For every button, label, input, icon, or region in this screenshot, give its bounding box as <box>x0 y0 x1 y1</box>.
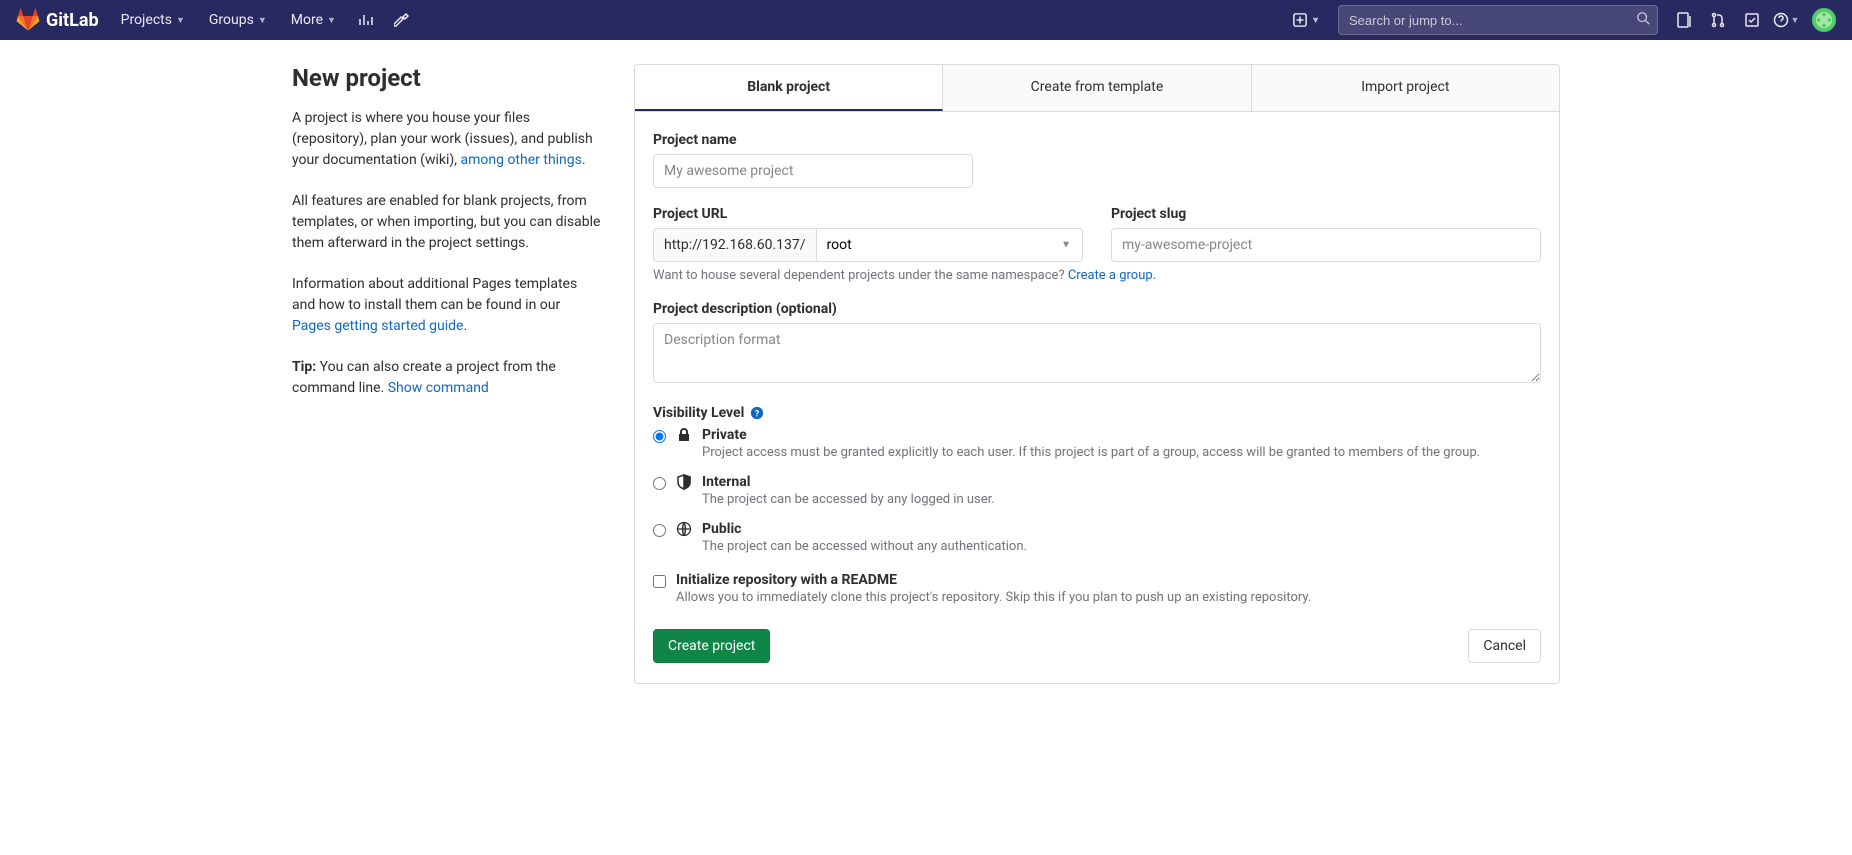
visibility-label-text: Visibility Level <box>653 405 744 421</box>
group-hint: Want to house several dependent projects… <box>653 268 1541 283</box>
project-url-row: Project URL http://192.168.60.137/ ▼ Pro… <box>653 206 1541 262</box>
visibility-private-content: Private Project access must be granted e… <box>702 427 1541 460</box>
sidebar-info: New project A project is where you house… <box>292 64 602 684</box>
nav-more-label: More <box>291 12 323 28</box>
visibility-group: Visibility Level ? Private Project acces… <box>653 405 1541 554</box>
visibility-public-title: Public <box>702 521 1541 537</box>
visibility-internal-title: Internal <box>702 474 1541 490</box>
navbar: GitLab Projects ▼ Groups ▼ More ▼ ▼ <box>0 0 1852 40</box>
search-icon <box>1636 11 1650 29</box>
main-panel: Blank project Create from template Impor… <box>634 64 1560 684</box>
visibility-label: Visibility Level ? <box>653 405 1541 421</box>
info-paragraph-3: Information about additional Pages templ… <box>292 274 602 337</box>
navbar-right: ▼ ▼ <box>1285 0 1836 40</box>
search-input[interactable] <box>1338 5 1658 35</box>
info-tip: Tip: You can also create a project from … <box>292 357 602 399</box>
info-paragraph-1: A project is where you house your files … <box>292 108 602 171</box>
globe-icon <box>676 521 692 537</box>
group-hint-text: Want to house several dependent projects… <box>653 268 1068 283</box>
gitlab-icon <box>16 8 40 32</box>
project-slug-label: Project slug <box>1111 206 1541 222</box>
nav-admin-icon[interactable] <box>386 0 418 40</box>
plus-icon <box>1293 13 1307 27</box>
page-content: New project A project is where you house… <box>276 40 1576 708</box>
visibility-internal-content: Internal The project can be accessed by … <box>702 474 1541 507</box>
tab-import-project[interactable]: Import project <box>1252 65 1559 111</box>
navbar-left: GitLab Projects ▼ Groups ▼ More ▼ <box>16 0 418 40</box>
project-name-group: Project name <box>653 132 1541 188</box>
user-avatar[interactable] <box>1812 8 1836 32</box>
visibility-internal-radio[interactable] <box>653 477 666 490</box>
project-url-base: http://192.168.60.137/ <box>653 228 816 262</box>
visibility-private-desc: Project access must be granted explicitl… <box>702 445 1541 460</box>
info-text: Information about additional Pages templ… <box>292 276 577 313</box>
visibility-public-radio[interactable] <box>653 524 666 537</box>
visibility-public-desc: The project can be accessed without any … <box>702 539 1541 554</box>
tip-label: Tip: <box>292 359 316 375</box>
search-box <box>1338 5 1658 35</box>
nav-more[interactable]: More ▼ <box>281 0 346 40</box>
project-name-label: Project name <box>653 132 1541 148</box>
project-url-label: Project URL <box>653 206 1083 222</box>
chevron-down-icon: ▼ <box>1311 15 1320 26</box>
visibility-public-content: Public The project can be accessed witho… <box>702 521 1541 554</box>
project-name-input[interactable] <box>653 154 973 188</box>
nav-projects[interactable]: Projects ▼ <box>111 0 195 40</box>
svg-text:?: ? <box>755 410 760 420</box>
among-other-things-link[interactable]: among other things <box>461 152 582 168</box>
lock-icon <box>676 427 692 443</box>
nav-issues-icon[interactable] <box>1668 0 1700 40</box>
readme-group: Initialize repository with a README Allo… <box>653 572 1541 605</box>
pages-guide-link[interactable]: Pages getting started guide <box>292 318 463 334</box>
form-panel: Project name Project URL http://192.168.… <box>634 112 1560 684</box>
show-command-link[interactable]: Show command <box>388 380 489 396</box>
description-group: Project description (optional) <box>653 301 1541 387</box>
project-slug-input[interactable] <box>1111 228 1541 262</box>
visibility-internal-desc: The project can be accessed by any logge… <box>702 492 1541 507</box>
project-url-input-group: http://192.168.60.137/ ▼ <box>653 228 1083 262</box>
page-title: New project <box>292 64 602 92</box>
form-footer: Create project Cancel <box>653 629 1541 663</box>
visibility-public-row: Public The project can be accessed witho… <box>653 521 1541 554</box>
chevron-down-icon: ▼ <box>258 15 267 26</box>
chevron-down-icon: ▼ <box>176 15 185 26</box>
tab-create-from-template[interactable]: Create from template <box>943 65 1251 111</box>
project-slug-group: Project slug <box>1111 206 1541 262</box>
nav-projects-label: Projects <box>121 12 172 28</box>
readme-content: Initialize repository with a README Allo… <box>676 572 1311 605</box>
visibility-private-row: Private Project access must be granted e… <box>653 427 1541 460</box>
tabs: Blank project Create from template Impor… <box>634 64 1560 112</box>
visibility-private-title: Private <box>702 427 1541 443</box>
namespace-select[interactable] <box>816 228 1083 262</box>
nav-activity-icon[interactable] <box>350 0 382 40</box>
create-project-button[interactable]: Create project <box>653 629 770 663</box>
visibility-internal-row: Internal The project can be accessed by … <box>653 474 1541 507</box>
brand-logo[interactable]: GitLab <box>16 8 99 32</box>
nav-new-menu[interactable]: ▼ <box>1285 13 1328 27</box>
info-text: . <box>463 318 467 334</box>
chevron-down-icon: ▼ <box>327 15 336 26</box>
namespace-select-wrap: ▼ <box>816 228 1083 262</box>
cancel-button[interactable]: Cancel <box>1468 629 1541 663</box>
info-text: . <box>582 152 586 168</box>
readme-desc: Allows you to immediately clone this pro… <box>676 590 1311 605</box>
create-group-link[interactable]: Create a group. <box>1068 268 1156 283</box>
project-url-group: Project URL http://192.168.60.137/ ▼ <box>653 206 1083 262</box>
info-paragraph-2: All features are enabled for blank proje… <box>292 191 602 254</box>
brand-text: GitLab <box>46 10 99 31</box>
help-icon[interactable]: ? <box>750 406 764 420</box>
nav-groups-label: Groups <box>209 12 254 28</box>
visibility-private-radio[interactable] <box>653 430 666 443</box>
nav-groups[interactable]: Groups ▼ <box>199 0 277 40</box>
tab-blank-project[interactable]: Blank project <box>635 65 943 111</box>
nav-todos-icon[interactable] <box>1736 0 1768 40</box>
readme-checkbox[interactable] <box>653 575 666 588</box>
description-textarea[interactable] <box>653 323 1541 383</box>
description-label: Project description (optional) <box>653 301 1541 317</box>
nav-merge-requests-icon[interactable] <box>1702 0 1734 40</box>
readme-title: Initialize repository with a README <box>676 572 1311 588</box>
chevron-down-icon: ▼ <box>1791 15 1800 26</box>
nav-help-icon[interactable]: ▼ <box>1770 0 1802 40</box>
shield-icon <box>676 474 692 490</box>
